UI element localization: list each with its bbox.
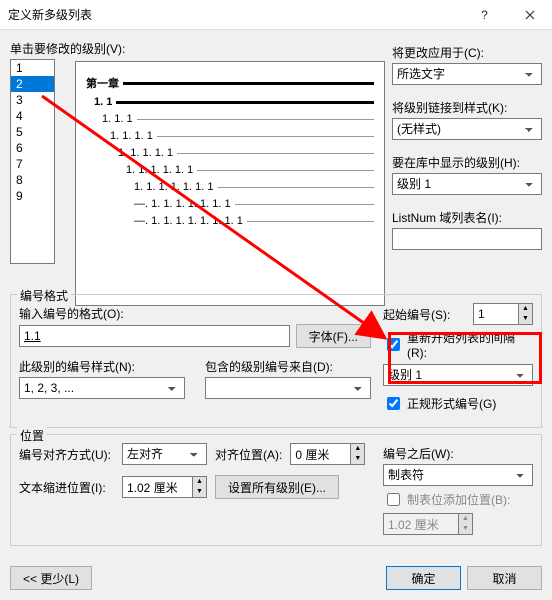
number-format-legend: 编号格式 [17, 287, 71, 304]
include-from-label: 包含的级别编号来自(D): [205, 358, 371, 375]
help-button[interactable]: ? [462, 0, 507, 30]
spin-down-icon[interactable]: ▼ [519, 314, 532, 324]
start-at-input[interactable] [473, 303, 518, 325]
spin-up-icon[interactable]: ▲ [519, 304, 532, 314]
position-legend: 位置 [17, 427, 47, 444]
level-item-4[interactable]: 4 [11, 108, 54, 124]
restart-list-checkbox[interactable]: 重新开始列表的间隔(R): [383, 329, 533, 360]
indent-input[interactable] [122, 476, 192, 498]
tab-stop-checkbox[interactable]: 制表位添加位置(B): [383, 490, 533, 509]
number-format-group: 编号格式 输入编号的格式(O): 字体(F)... 此级别的编号样式(N): 1… [10, 294, 542, 428]
start-at-label: 起始编号(S): [383, 306, 467, 323]
listnum-label: ListNum 域列表名(I): [392, 209, 542, 226]
align-at-spinner[interactable]: ▲▼ [290, 443, 365, 465]
follow-select[interactable]: 制表符 [383, 464, 533, 486]
align-at-label: 对齐位置(A): [215, 446, 282, 463]
title-bar: 定义新多级列表 ? [0, 0, 552, 30]
font-button[interactable]: 字体(F)... [296, 324, 371, 348]
position-group: 位置 编号对齐方式(U): 左对齐 对齐位置(A): ▲▼ 文本缩进位置(I):… [10, 434, 542, 546]
number-style-select[interactable]: 1, 2, 3, ... [19, 377, 185, 399]
follow-label: 编号之后(W): [383, 445, 533, 462]
align-label: 编号对齐方式(U): [19, 446, 114, 463]
level-item-2[interactable]: 2 [11, 76, 54, 92]
tab-stop-input [383, 513, 458, 535]
link-style-select[interactable]: (无样式) [392, 118, 542, 140]
apply-to-select[interactable]: 所选文字 [392, 63, 542, 85]
levels-label: 单击要修改的级别(V): [10, 40, 390, 57]
level-item-5[interactable]: 5 [11, 124, 54, 140]
window-title: 定义新多级列表 [8, 6, 462, 23]
indent-label: 文本缩进位置(I): [19, 479, 114, 496]
enter-format-input[interactable] [19, 325, 290, 347]
tab-stop-spinner: ▲▼ [383, 513, 533, 535]
level-item-6[interactable]: 6 [11, 140, 54, 156]
gallery-show-select[interactable]: 级别 1 [392, 173, 542, 195]
level-item-8[interactable]: 8 [11, 172, 54, 188]
align-at-input[interactable] [290, 443, 350, 465]
numbering-preview: 第一章1. 11. 1. 11. 1. 1. 11. 1. 1. 1. 11. … [75, 61, 385, 306]
close-button[interactable] [507, 0, 552, 30]
align-select[interactable]: 左对齐 [122, 443, 207, 465]
set-all-levels-button[interactable]: 设置所有级别(E)... [215, 475, 339, 499]
level-item-7[interactable]: 7 [11, 156, 54, 172]
apply-to-label: 将更改应用于(C): [392, 44, 542, 61]
link-style-label: 将级别链接到样式(K): [392, 99, 542, 116]
indent-spinner[interactable]: ▲▼ [122, 476, 207, 498]
level-item-1[interactable]: 1 [11, 60, 54, 76]
close-icon [525, 10, 535, 20]
less-button[interactable]: << 更少(L) [10, 566, 92, 590]
cancel-button[interactable]: 取消 [467, 566, 542, 590]
enter-format-label: 输入编号的格式(O): [19, 305, 371, 322]
legal-numbering-checkbox[interactable]: 正规形式编号(G) [383, 394, 533, 413]
level-item-9[interactable]: 9 [11, 188, 54, 204]
level-listbox[interactable]: 123456789 [10, 59, 55, 264]
include-from-select[interactable] [205, 377, 371, 399]
restart-level-select[interactable]: 级别 1 [383, 364, 533, 386]
start-at-spinner[interactable]: ▲▼ [473, 303, 533, 325]
ok-button[interactable]: 确定 [386, 566, 461, 590]
gallery-show-label: 要在库中显示的级别(H): [392, 154, 542, 171]
number-style-label: 此级别的编号样式(N): [19, 358, 185, 375]
level-item-3[interactable]: 3 [11, 92, 54, 108]
listnum-input[interactable] [392, 228, 542, 250]
